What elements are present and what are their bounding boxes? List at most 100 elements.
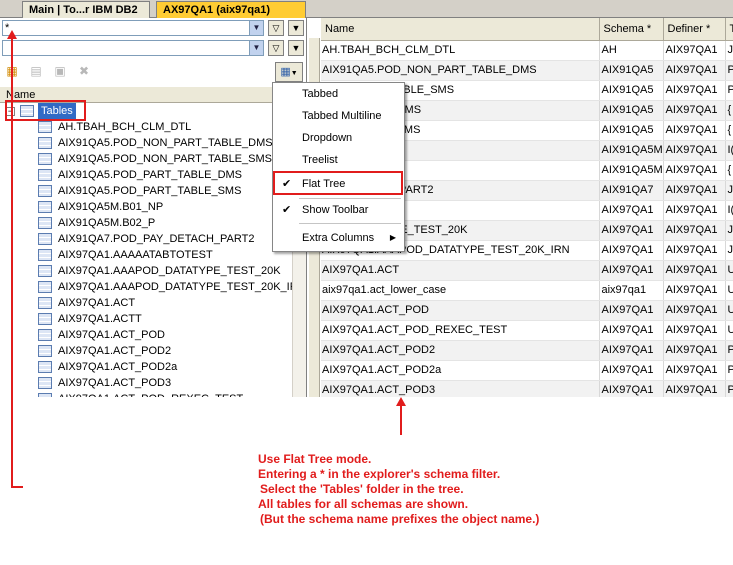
menu-item-tabbed[interactable]: Tabbed bbox=[273, 84, 404, 104]
grid-cell: U bbox=[725, 300, 733, 321]
tree-item-label: AIX97QA1.ACT_POD bbox=[58, 329, 165, 341]
tree-item[interactable]: AIX91QA5M.B02_P bbox=[0, 215, 292, 231]
copy-icon[interactable]: ▣ bbox=[52, 63, 68, 79]
tree-item-label: AIX91QA5M.B02_P bbox=[58, 217, 156, 229]
tree-item[interactable]: AIX91QA5.POD_NON_PART_TABLE_DMS bbox=[0, 135, 292, 151]
table-row[interactable]: AIX97QA1.ACT_POD2AIX97QA1AIX97QA1P bbox=[321, 340, 733, 361]
table-icon bbox=[38, 393, 52, 397]
tree-item[interactable]: AIX97QA1.AAAPOD_DATATYPE_TEST_20K_IR bbox=[0, 279, 298, 295]
table-row[interactable]: AIX97QA1.ACT_POD3AIX97QA1AIX97QA1P bbox=[321, 380, 733, 397]
tree-item[interactable]: AIX91QA7.POD_PAY_DETACH_PART2 bbox=[0, 231, 292, 247]
submenu-arrow-icon: ▶ bbox=[389, 233, 396, 242]
chevron-down-icon: ▼ bbox=[290, 70, 298, 77]
annotation-line: Use Flat Tree mode. bbox=[258, 452, 372, 466]
tree-item-label: AIX91QA5.POD_PART_TABLE_DMS bbox=[58, 169, 243, 181]
grid-cell: AIX97QA1 bbox=[663, 140, 726, 161]
grid-cell: AIX91QA5 bbox=[599, 60, 664, 81]
menu-item-dropdown[interactable]: Dropdown bbox=[273, 128, 404, 148]
table-row[interactable]: aix97qa1.act_lower_caseaix97qa1AIX97QA1U bbox=[321, 280, 733, 301]
tab-bar: Main | To...r IBM DB2 AX97QA1 (aix97qa1) bbox=[0, 0, 733, 18]
tree-item[interactable]: AIX91QA5.POD_PART_TABLE_DMS bbox=[0, 167, 292, 183]
table-row[interactable]: AIX97QA1.ACT_PODAIX97QA1AIX97QA1U bbox=[321, 300, 733, 321]
chevron-down-icon[interactable]: ▼ bbox=[249, 21, 263, 35]
grid-column-header[interactable]: Definer * bbox=[663, 18, 726, 41]
menu-item-label: Tabbed bbox=[302, 88, 339, 100]
menu-item-tabbed-multiline[interactable]: Tabbed Multiline bbox=[273, 106, 404, 126]
filter-icon[interactable]: ▽ bbox=[268, 20, 284, 36]
chevron-down-icon[interactable]: ▼ bbox=[249, 41, 263, 55]
filter-menu-chevron-icon[interactable]: ▼ bbox=[288, 20, 304, 36]
table-row[interactable]: AIX91QA5.POD_NON_PART_TABLE_DMS AIX91QA5 A… bbox=[321, 60, 733, 81]
grid-cell: AIX97QA1 bbox=[663, 120, 726, 141]
filter-icon[interactable]: ▽ bbox=[268, 40, 284, 56]
grid-cell: AIX97QA1.ACT_POD3 bbox=[321, 380, 600, 397]
tree-item[interactable]: AIX97QA1.AAAAATABTOTEST bbox=[0, 247, 292, 263]
tree-item-label: AIX91QA5.POD_NON_PART_TABLE_DMS bbox=[58, 137, 273, 149]
tree-item[interactable]: AIX91QA5.POD_NON_PART_TABLE_SMS bbox=[0, 151, 292, 167]
grid-cell: AIX97QA1 bbox=[663, 220, 726, 241]
name-filter-input[interactable]: ▼ bbox=[2, 40, 264, 56]
grid-cell: AIX97QA1 bbox=[663, 380, 726, 397]
grid-column-header[interactable]: T bbox=[725, 18, 733, 41]
table-icon bbox=[38, 265, 52, 277]
grid-cell: J bbox=[725, 220, 733, 241]
tree-item[interactable]: AIX97QA1.ACT_POD_REXEC_TEST bbox=[0, 391, 292, 397]
edit-icon[interactable]: ▤ bbox=[28, 63, 44, 79]
grid-cell: AIX91QA5M bbox=[599, 160, 664, 181]
grid-cell: AIX97QA1 bbox=[599, 360, 664, 381]
tree-item[interactable]: AIX97QA1.ACT_POD bbox=[0, 327, 292, 343]
grid-cell: J bbox=[725, 240, 733, 261]
grid-cell: AH bbox=[599, 40, 664, 61]
table-icon bbox=[38, 185, 52, 197]
grid-cell: AIX97QA1 bbox=[599, 320, 664, 341]
tree-item[interactable]: AIX97QA1.ACT_POD2a bbox=[0, 359, 292, 375]
annotation-note: Use Flat Tree mode. Entering a * in the e… bbox=[258, 452, 728, 527]
grid-cell: AIX97QA1 bbox=[599, 200, 664, 221]
grid-cell: AIX97QA1 bbox=[599, 220, 664, 241]
grid-cell: AIX97QA1.ACT_POD2a bbox=[321, 360, 600, 381]
table-row[interactable]: AIX97QA1.ACT_POD2aAIX97QA1AIX97QA1P bbox=[321, 360, 733, 381]
grid-cell: aix97qa1.act_lower_case bbox=[321, 280, 600, 301]
tab-connection[interactable]: AX97QA1 (aix97qa1) bbox=[156, 1, 306, 18]
grid-cell: U bbox=[725, 320, 733, 341]
delete-icon[interactable]: ✖ bbox=[76, 63, 92, 79]
tree-item-label: AH.TBAH_BCH_CLM_DTL bbox=[58, 121, 192, 133]
grid-cell: AIX97QA1 bbox=[663, 100, 726, 121]
menu-item-treelist[interactable]: Treelist bbox=[273, 150, 404, 170]
grid-cell: P bbox=[725, 360, 733, 381]
layout-menu-button[interactable]: ▦▼ bbox=[275, 62, 303, 82]
menu-item-extra-columns[interactable]: Extra Columns ▶ bbox=[273, 228, 404, 248]
grid-cell: { bbox=[725, 160, 733, 181]
tree-item[interactable]: AIX91QA5M.B01_NP bbox=[0, 199, 292, 215]
table-row[interactable]: AIX97QA1.ACTAIX97QA1AIX97QA1U bbox=[321, 260, 733, 281]
tree-item-label: AIX97QA1.ACT_POD3 bbox=[58, 377, 172, 389]
tree-item[interactable]: AIX97QA1.AAAPOD_DATATYPE_TEST_20K bbox=[0, 263, 292, 279]
tree-item[interactable]: AIX97QA1.ACT_POD2 bbox=[0, 343, 292, 359]
menu-item-label: Treelist bbox=[302, 154, 338, 166]
tree-item[interactable]: AIX97QA1.ACT_POD3 bbox=[0, 375, 292, 391]
grid-cell: P bbox=[725, 60, 733, 81]
tab-main[interactable]: Main | To...r IBM DB2 bbox=[22, 1, 150, 18]
table-row[interactable]: AIX97QA1.ACT_POD_REXEC_TEST AIX97QA1 AIX97… bbox=[321, 320, 733, 341]
menu-separator bbox=[299, 223, 401, 224]
schema-filter-input[interactable]: * ▼ bbox=[2, 20, 264, 36]
tree-item[interactable]: AH.TBAH_BCH_CLM_DTL bbox=[0, 119, 292, 135]
tree-item-label: AIX91QA5.POD_NON_PART_TABLE_SMS bbox=[58, 153, 272, 165]
table-row[interactable]: AH.TBAH_BCH_CLM_DTL AH AIX97QA1 J bbox=[321, 40, 733, 61]
annotation-line: Select the 'Tables' folder in the tree. bbox=[260, 482, 464, 496]
grid-cell: AIX97QA1 bbox=[663, 200, 726, 221]
tree-item[interactable]: AIX97QA1.ACT bbox=[0, 295, 292, 311]
grid-cell: AIX97QA1.ACT bbox=[321, 260, 600, 281]
menu-item-show-toolbar[interactable]: ✔ Show Toolbar bbox=[273, 200, 404, 220]
grid-column-header[interactable]: Schema * bbox=[599, 18, 664, 41]
tree-item-label: AIX97QA1.ACT_POD_REXEC_TEST bbox=[58, 391, 243, 397]
tree-item[interactable]: AIX97QA1.ACTT bbox=[0, 311, 292, 327]
tree-item[interactable]: AIX91QA5.POD_PART_TABLE_SMS bbox=[0, 183, 292, 199]
filter-menu-chevron-icon[interactable]: ▼ bbox=[288, 40, 304, 56]
grid-cell: P bbox=[725, 80, 733, 101]
grid-cell: { bbox=[725, 100, 733, 121]
menu-item-label: Extra Columns bbox=[302, 232, 375, 244]
tree-item-label: AIX91QA5.POD_PART_TABLE_SMS bbox=[58, 185, 242, 197]
grid-cell: AIX97QA1 bbox=[663, 160, 726, 181]
grid-column-header[interactable]: Name bbox=[321, 18, 600, 41]
